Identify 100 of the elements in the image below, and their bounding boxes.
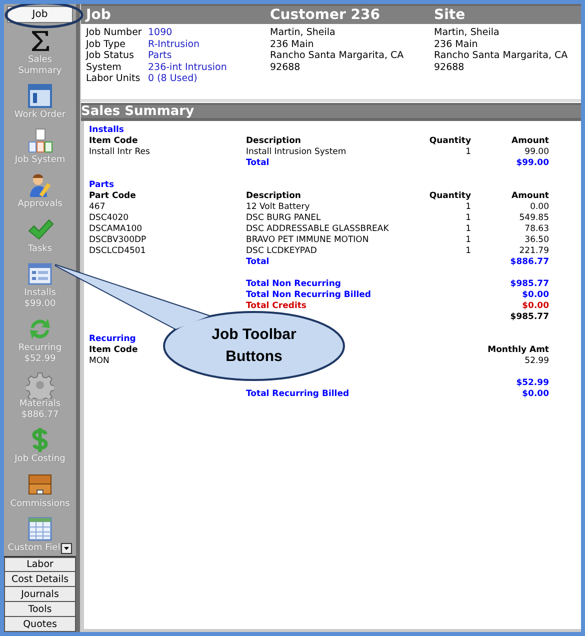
table-cell: DSC LCDKEYPAD <box>246 246 317 256</box>
site-address: Martin, Sheila <box>434 27 500 38</box>
field-value: 1090 <box>148 27 174 38</box>
summary-label: Total Non Recurring <box>246 278 341 290</box>
column-header: Item Code <box>89 344 138 356</box>
table-cell: Install Intrusion System <box>246 146 346 158</box>
table-cell: 99.00 <box>524 146 549 158</box>
table-cell: 36.50 <box>524 234 549 246</box>
toolbar-label[interactable]: Custom Fiel <box>8 542 60 554</box>
column-header: Quantity <box>429 190 471 202</box>
toolbar-label[interactable]: Work Order <box>14 110 66 122</box>
site-address: Rancho Santa Margarita, CA <box>434 50 569 62</box>
field-label: Job Type <box>86 38 126 50</box>
table-cell: 549.85 <box>519 212 549 224</box>
toolbar-amount: $52.99 <box>24 354 56 366</box>
summary-label: Total Non Recurring Billed <box>246 290 372 300</box>
table-cell: DSC4020 <box>89 212 129 224</box>
table-cell: 1 <box>466 202 471 212</box>
table-cell: Install Intr Res <box>89 146 150 158</box>
table-cell: 78.63 <box>524 224 549 234</box>
table-cell: 1 <box>466 146 471 158</box>
table-cell: 0.00 <box>530 202 549 212</box>
table-cell: 467 <box>89 202 106 212</box>
table-cell: BRAVO PET IMMUNE MOTION <box>246 234 369 246</box>
toolbar-label[interactable]: Recurring <box>18 343 62 354</box>
summary-amount: $0.00 <box>522 290 549 300</box>
summary-label: Total Recurring Billed <box>246 388 350 400</box>
table-cell: 52.99 <box>524 356 549 366</box>
table-cell: MON <box>89 356 110 366</box>
header-title: Customer 236 <box>270 7 381 23</box>
toolbar-label[interactable]: Approvals <box>18 199 62 210</box>
column-header: Monthly Amt <box>488 344 549 356</box>
customer-address: 236 Main <box>270 38 315 50</box>
toolbar-label[interactable]: Sales Summary <box>7 55 73 77</box>
table-cell: DSC ADDRESSABLE GLASSBREAK <box>246 224 389 234</box>
callout-text: Job Toolbar Buttons <box>210 325 298 367</box>
toolbar-label[interactable]: Tasks <box>28 244 52 255</box>
field-label: Labor Units <box>86 73 142 84</box>
total-amount: $99.00 <box>516 158 549 168</box>
customer-address: Rancho Santa Margarita, CA <box>270 50 405 62</box>
nav-button[interactable]: Cost Details <box>4 572 76 587</box>
toolbar-label[interactable]: Installs <box>24 288 56 299</box>
section-title: Installs <box>89 124 124 136</box>
nav-button[interactable]: Tools <box>4 602 76 617</box>
column-header: Item Code <box>89 136 138 146</box>
site-address: 236 Main <box>434 38 479 50</box>
toolbar-label[interactable]: Job System <box>14 154 66 166</box>
summary-amount: $985.77 <box>510 278 549 290</box>
table-cell: DSCLCD4501 <box>89 246 146 256</box>
toolbar-amount: $99.00 <box>24 298 56 310</box>
header-title: Job <box>86 7 112 23</box>
toolbar-label[interactable]: Commissions <box>10 498 70 510</box>
caret-icon <box>64 546 70 550</box>
field-label: Job Number <box>86 27 143 38</box>
gear-icon <box>26 370 54 399</box>
total-amount: $886.77 <box>510 256 549 268</box>
field-value: R-Intrusion <box>148 38 201 50</box>
field-value: 236-int Intrusion <box>148 62 228 73</box>
toolbar-label[interactable]: Job Costing <box>14 454 66 466</box>
customer-address: 92688 <box>270 62 302 73</box>
table-cell: 1 <box>466 224 471 234</box>
section-title: Parts <box>89 180 114 190</box>
table-cell: 1 <box>466 212 471 224</box>
site-address: 92688 <box>434 62 466 73</box>
window-icon <box>26 82 54 110</box>
column-header: Part Code <box>89 190 136 202</box>
section-heading: Sales Summary <box>81 104 194 118</box>
documents-icon <box>26 126 54 155</box>
table-cell: DSC BURG PANEL <box>246 212 321 224</box>
field-label: System <box>86 62 122 73</box>
table-icon <box>26 514 54 543</box>
column-header: Amount <box>512 190 549 202</box>
table-cell: 1 <box>466 234 471 246</box>
table-cell: DSCAMA100 <box>89 224 142 234</box>
summary-amount: $52.99 <box>516 378 549 388</box>
total-label: Total <box>246 256 270 268</box>
summary-label: Total Credits <box>246 300 306 312</box>
toolbar-amount: $886.77 <box>21 410 59 421</box>
dropdown-button[interactable] <box>61 542 72 554</box>
nav-button[interactable]: Journals <box>4 587 76 602</box>
nav-button[interactable]: Labor <box>4 557 76 572</box>
column-header: Description <box>246 190 301 202</box>
table-cell: DSCBV300DP <box>89 234 146 246</box>
customer-address: Martin, Sheila <box>270 27 336 38</box>
field-label: Job Status <box>86 50 135 62</box>
table-cell: 1 <box>466 246 471 256</box>
header-title: Site <box>434 7 466 23</box>
summary-amount: $0.00 <box>522 300 549 312</box>
column-header: Quantity <box>429 136 471 146</box>
summary-amount: $0.00 <box>522 388 549 400</box>
job-tab[interactable]: Job <box>7 6 73 23</box>
nav-button[interactable]: Quotes <box>4 617 76 632</box>
summary-amount: $985.77 <box>510 312 549 322</box>
toolbar-label[interactable]: Materials <box>19 398 61 410</box>
column-header: Amount <box>512 136 549 146</box>
table-cell: 221.79 <box>519 246 549 256</box>
table-cell: 12 Volt Battery <box>246 202 310 212</box>
column-header: Description <box>246 136 301 146</box>
field-value: 0 (8 Used) <box>148 73 198 84</box>
section-title: Recurring <box>89 334 136 344</box>
